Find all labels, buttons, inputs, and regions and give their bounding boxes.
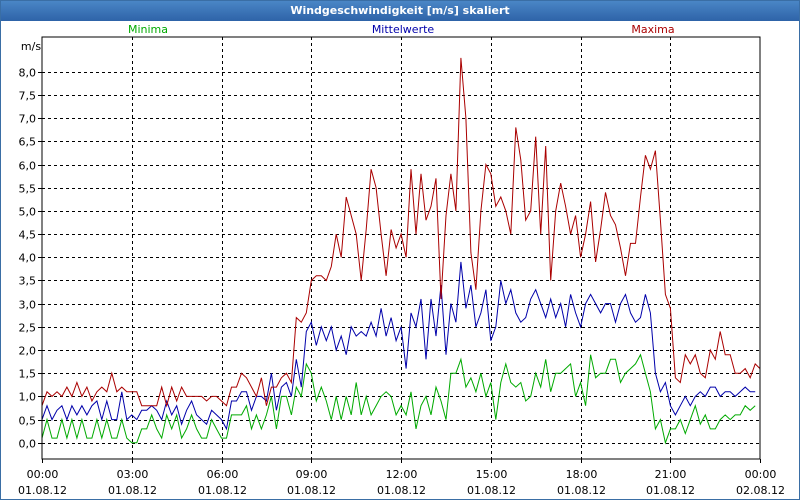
x-tick-time: 12:00 (386, 468, 418, 481)
x-tick-date: 01.08.12 (557, 484, 606, 497)
y-tick-label: 7,5 (19, 90, 37, 103)
x-tick-time: 06:00 (207, 468, 239, 481)
x-tick-time: 18:00 (566, 468, 598, 481)
y-tick-label: 6,0 (19, 160, 37, 173)
y-tick-label: 3,0 (19, 299, 37, 312)
series-line-minima (41, 353, 756, 445)
y-tick-label: 8,0 (19, 67, 37, 80)
legend-label-mittelwerte: Mittelwerte (372, 23, 435, 36)
legend-label-maxima: Maxima (631, 23, 674, 36)
x-tick-date: 01.08.12 (287, 484, 336, 497)
y-tick-label: 4,5 (19, 229, 37, 242)
legend-label-minima: Minima (128, 23, 168, 36)
line-chart: 0,0 0,5 1,0 1,5 2,0 2,5 3,0 3,5 4,0 4,5 5,0 5,5 6,0 6… (18, 23, 785, 497)
x-tick-date: 01.08.12 (377, 484, 426, 497)
grid (42, 37, 760, 459)
legend: Minima Mittelwerte Maxima (128, 23, 675, 36)
y-tick-label: 5,5 (19, 183, 37, 196)
series-line-mittelwerte (41, 261, 756, 431)
y-tick-label: 7,0 (19, 113, 37, 126)
x-tick-date: 01.08.12 (108, 484, 157, 497)
y-tick-label: 0,5 (19, 415, 37, 428)
y-tick-label: 4,0 (19, 252, 37, 265)
y-tick-label: 3,5 (19, 275, 37, 288)
y-axis-label: m/s (21, 40, 41, 53)
x-tick-date: 02.08.12 (736, 484, 785, 497)
x-tick-date: 01.08.12 (646, 484, 695, 497)
y-tick-label: 2,5 (19, 322, 37, 335)
y-tick-label: 2,0 (19, 345, 37, 358)
x-tick-time: 00:00 (27, 468, 59, 481)
y-tick-label: 6,5 (19, 136, 37, 149)
x-tick-time: 15:00 (476, 468, 508, 481)
y-tick-label: 5,0 (19, 206, 37, 219)
x-tick-date: 01.08.12 (18, 484, 67, 497)
y-tick-label: 1,5 (19, 368, 37, 381)
x-tick-date: 01.08.12 (467, 484, 516, 497)
window-title: Windgeschwindigkeit [m/s] skaliert (1, 1, 799, 21)
x-tick-time: 21:00 (655, 468, 687, 481)
y-tick-label: 0,0 (19, 438, 37, 451)
x-tick-time: 09:00 (296, 468, 328, 481)
chart-window: Windgeschwindigkeit [m/s] skaliert 0,0 0,… (0, 0, 800, 500)
x-tick-date: 01.08.12 (198, 484, 247, 497)
x-tick-time: 00:00 (745, 468, 777, 481)
y-tick-label: 1,0 (19, 391, 37, 404)
x-tick-time: 03:00 (117, 468, 149, 481)
